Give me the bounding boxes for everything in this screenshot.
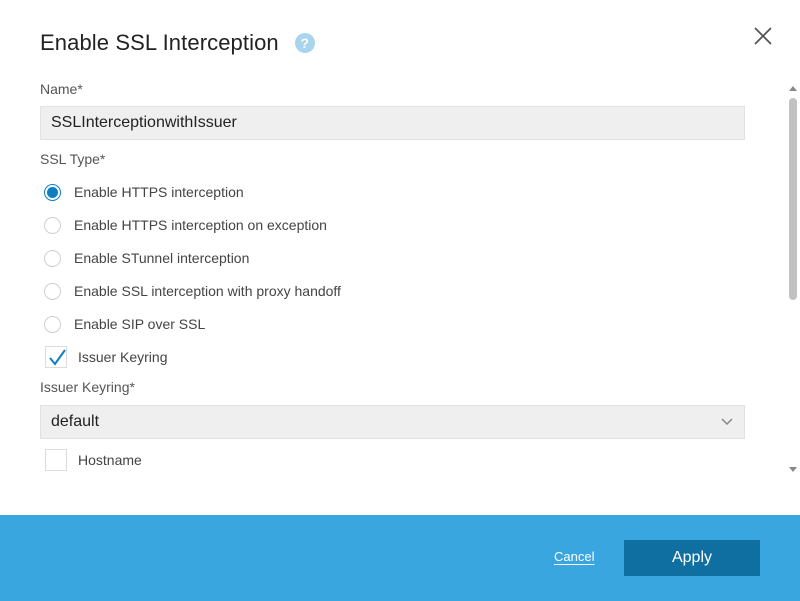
- ssl-interception-dialog: Enable SSL Interception ? Name* SSL Type…: [0, 0, 800, 601]
- radio-label: Enable SSL interception with proxy hando…: [74, 283, 341, 299]
- checkmark-icon: [49, 349, 66, 366]
- cancel-button[interactable]: Cancel: [554, 549, 594, 564]
- issuer-keyring-value: default: [51, 413, 100, 430]
- scroll-thumb[interactable]: [789, 98, 797, 300]
- name-label: Name*: [40, 81, 83, 97]
- radio-button[interactable]: [44, 282, 61, 300]
- dialog-footer: Cancel Apply: [0, 515, 800, 601]
- issuer-keyring-checkbox[interactable]: [45, 346, 67, 368]
- name-input[interactable]: [40, 106, 745, 140]
- radio-stunnel-interception[interactable]: Enable STunnel interception: [44, 248, 249, 268]
- radio-button[interactable]: [44, 183, 61, 201]
- radio-https-interception[interactable]: Enable HTTPS interception: [44, 182, 244, 202]
- radio-sip-over-ssl[interactable]: Enable SIP over SSL: [44, 314, 205, 334]
- chevron-down-icon: [721, 418, 733, 426]
- close-icon[interactable]: [752, 25, 774, 47]
- hostname-checkbox[interactable]: [45, 449, 67, 471]
- hostname-checkbox-label: Hostname: [78, 452, 142, 468]
- radio-label: Enable SIP over SSL: [74, 316, 206, 332]
- radio-https-interception-on-exception[interactable]: Enable HTTPS interception on exception: [44, 215, 327, 235]
- radio-button[interactable]: [44, 216, 61, 234]
- scroll-down-icon[interactable]: [789, 467, 797, 472]
- help-icon[interactable]: ?: [294, 33, 315, 53]
- radio-label: Enable STunnel interception: [74, 250, 250, 266]
- radio-label: Enable HTTPS interception: [74, 184, 244, 200]
- issuer-keyring-select[interactable]: default: [40, 405, 745, 439]
- issuer-keyring-label: Issuer Keyring*: [40, 379, 135, 395]
- radio-ssl-proxy-handoff[interactable]: Enable SSL interception with proxy hando…: [44, 281, 341, 301]
- ssl-type-label: SSL Type*: [40, 151, 106, 167]
- issuer-keyring-checkbox-label: Issuer Keyring: [78, 349, 168, 365]
- scroll-up-icon[interactable]: [789, 86, 797, 91]
- radio-label: Enable HTTPS interception on exception: [74, 217, 327, 233]
- dialog-content: Name* SSL Type* Enable HTTPS interceptio…: [0, 78, 786, 478]
- dialog-header: Enable SSL Interception ?: [40, 28, 315, 58]
- radio-button[interactable]: [44, 315, 61, 333]
- radio-button[interactable]: [44, 249, 61, 267]
- apply-button[interactable]: Apply: [624, 540, 760, 576]
- hostname-checkbox-row[interactable]: Hostname: [45, 449, 142, 471]
- dialog-title: Enable SSL Interception: [40, 30, 279, 55]
- issuer-keyring-checkbox-row[interactable]: Issuer Keyring: [45, 346, 167, 368]
- vertical-scrollbar[interactable]: [786, 82, 800, 474]
